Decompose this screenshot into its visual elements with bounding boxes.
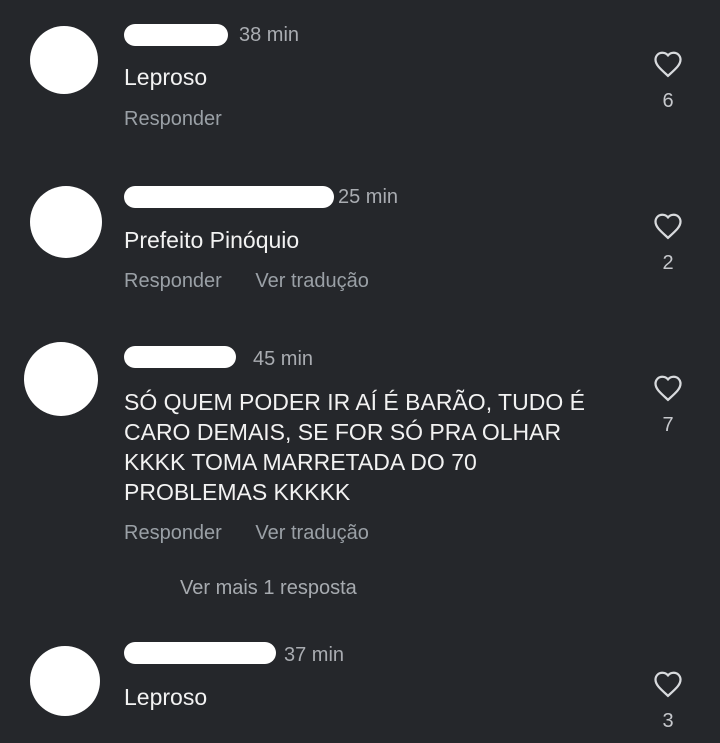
like-count: 7 [662,414,674,436]
heart-outline-icon[interactable] [653,50,683,78]
username-redacted[interactable] [124,346,236,368]
comment-time: 38 min [239,24,300,46]
avatar[interactable] [30,186,102,258]
like-button[interactable]: 7 [650,374,686,437]
comment-time: 45 min [253,348,314,370]
comment-time: 25 min [338,186,399,208]
username-redacted[interactable] [124,642,276,664]
username-redacted[interactable] [124,24,228,46]
comment-text: Leproso [124,64,208,90]
like-button[interactable]: 2 [650,212,686,275]
heart-outline-icon[interactable] [653,374,683,402]
username-redacted[interactable] [124,186,334,208]
reply-button[interactable]: Responder [124,270,222,292]
avatar[interactable] [30,646,100,716]
like-count: 6 [662,90,674,112]
like-count: 3 [662,710,674,732]
like-button[interactable]: 3 [650,670,686,733]
avatar[interactable] [30,26,98,94]
comment-actions: Responder [124,108,250,131]
comment-text: Leproso [124,684,208,710]
translate-button[interactable]: Ver tradução [255,522,368,544]
like-button[interactable]: 6 [650,50,686,113]
reply-button[interactable]: Responder [124,108,222,130]
comment-text: SÓ QUEM PODER IR AÍ É BARÃO, TUDO É CARO… [124,389,585,505]
like-count: 2 [662,252,674,274]
comment-text: Prefeito Pinóquio [124,227,300,253]
view-more-replies[interactable]: Ver mais 1 resposta [180,577,357,600]
comment-actions: Responder Ver tradução [124,522,397,545]
heart-outline-icon[interactable] [653,212,683,240]
translate-button[interactable]: Ver tradução [255,270,368,292]
comment-actions: Responder Ver tradução [124,270,397,293]
avatar[interactable] [24,342,98,416]
reply-button[interactable]: Responder [124,522,222,544]
heart-outline-icon[interactable] [653,670,683,698]
comment-time: 37 min [284,644,345,666]
